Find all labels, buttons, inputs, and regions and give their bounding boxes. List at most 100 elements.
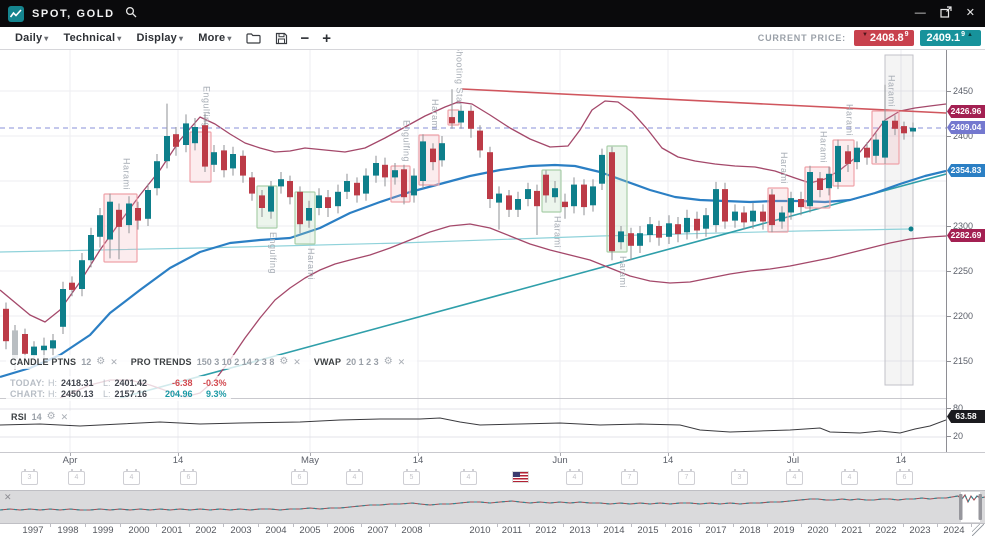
candle[interactable] [845,151,851,164]
candle[interactable] [3,309,9,341]
candle[interactable] [581,185,587,208]
gear-icon[interactable]: ⚙ [96,357,105,367]
candle[interactable] [637,233,643,246]
candle[interactable] [552,188,558,197]
candle[interactable] [145,190,151,219]
candle[interactable] [192,127,198,143]
candle[interactable] [135,208,141,221]
candle[interactable] [826,174,832,188]
candle[interactable] [420,141,426,181]
candle[interactable] [628,233,634,246]
close-icon[interactable]: ✕ [398,358,406,367]
candle[interactable] [411,176,417,196]
candle[interactable] [807,172,813,206]
candle[interactable] [240,156,246,176]
candle[interactable] [477,131,483,151]
calendar-event-icon[interactable]: 4 [123,471,140,485]
candle[interactable] [325,197,331,208]
close-icon[interactable]: ✕ [110,358,118,367]
candle[interactable] [618,231,624,242]
candle[interactable] [515,199,521,210]
us-flag-icon[interactable] [513,472,528,482]
calendar-event-icon[interactable]: 7 [621,471,638,485]
candle[interactable] [525,189,531,199]
candle[interactable] [892,121,898,129]
candle[interactable] [221,150,227,170]
candle[interactable] [798,199,804,207]
save-icon[interactable] [275,32,288,45]
menu-timeframe[interactable]: Daily▾ [15,32,49,44]
candle[interactable] [543,175,549,196]
calendar-event-icon[interactable]: 4 [460,471,477,485]
candle[interactable] [316,195,322,208]
candle[interactable] [154,161,160,188]
candle[interactable] [306,208,312,221]
candle[interactable] [713,189,719,225]
candle[interactable] [230,154,236,168]
candle[interactable] [571,185,577,207]
open-folder-icon[interactable] [246,32,261,44]
candle[interactable] [496,194,502,203]
candle[interactable] [60,289,66,327]
candle[interactable] [268,186,274,211]
candle[interactable] [202,125,208,166]
calendar-event-icon[interactable]: 3 [731,471,748,485]
candle[interactable] [741,213,747,223]
search-icon[interactable] [125,5,137,23]
candle[interactable] [97,215,103,237]
candle[interactable] [439,143,445,160]
candle[interactable] [164,136,170,161]
candle[interactable] [107,202,113,240]
candle[interactable] [910,128,916,132]
candle[interactable] [211,152,217,165]
candle[interactable] [769,195,775,226]
candle[interactable] [382,165,388,178]
candle[interactable] [487,152,493,199]
candle[interactable] [259,195,265,208]
candle[interactable] [703,215,709,229]
candle[interactable] [562,202,568,207]
candle[interactable] [278,179,284,186]
candle[interactable] [430,149,436,163]
candle[interactable] [599,155,605,184]
calendar-event-icon[interactable]: 5 [403,471,420,485]
candle[interactable] [817,178,823,190]
candle[interactable] [458,111,464,123]
candle[interactable] [835,146,841,182]
calendar-event-icon[interactable]: 4 [346,471,363,485]
timeline-navigator[interactable]: ✕ [0,490,985,524]
candle[interactable] [864,148,870,158]
menu-more[interactable]: More▾ [198,32,231,44]
candle[interactable] [354,183,360,196]
candle[interactable] [335,192,341,206]
candle[interactable] [287,181,293,197]
rsi-pane[interactable] [0,398,946,452]
zoom-out-button[interactable]: − [301,31,310,46]
close-button[interactable]: ✕ [966,8,975,19]
calendar-event-icon[interactable]: 6 [896,471,913,485]
candle[interactable] [183,123,189,145]
candle[interactable] [249,177,255,193]
candle[interactable] [41,346,47,351]
candle[interactable] [675,224,681,234]
calendar-event-icon[interactable]: 6 [180,471,197,485]
candle[interactable] [779,213,785,222]
timeline-close-icon[interactable]: ✕ [4,492,12,503]
calendar-event-icon[interactable]: 4 [566,471,583,485]
candle[interactable] [760,212,766,222]
candle[interactable] [116,210,122,227]
candle[interactable] [750,211,756,222]
candle[interactable] [344,181,350,192]
candle[interactable] [373,163,379,176]
candle[interactable] [788,198,794,212]
popout-button[interactable] [940,6,952,21]
candle[interactable] [722,189,728,221]
gear-icon[interactable]: ⚙ [384,357,393,367]
candle[interactable] [694,219,700,231]
minimize-button[interactable]: ― [915,8,926,19]
candle[interactable] [901,126,907,133]
candle[interactable] [449,117,455,123]
candle[interactable] [882,121,888,158]
calendar-event-icon[interactable]: 4 [68,471,85,485]
gear-icon[interactable]: ⚙ [279,357,288,367]
